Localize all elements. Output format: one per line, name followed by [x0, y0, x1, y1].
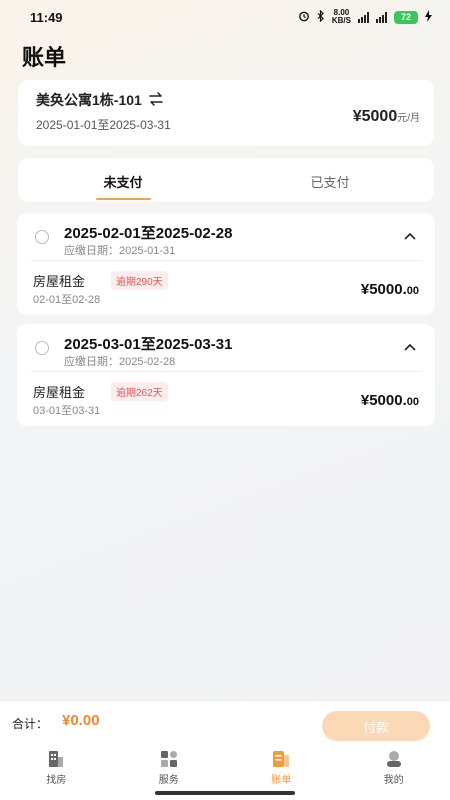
bill-amount: ¥5000.00 — [360, 392, 419, 409]
profile-icon — [386, 751, 401, 767]
bill-card: 2025-02-01至2025-02-28 应缴日期：2025-01-31 房屋… — [17, 213, 435, 315]
active-tab-indicator — [96, 198, 151, 200]
battery-icon: 72 — [394, 10, 418, 24]
nav-item-mine[interactable]: 我的 — [338, 742, 450, 800]
bill-status-tabs: 未支付 已支付 — [18, 158, 434, 202]
apartment-card: 美奂公寓1栋-101 2025-01-01至2025-03-31 ¥5000元/… — [18, 80, 434, 146]
status-bar: 11:49 8.00 KB/S 72 — [0, 0, 450, 34]
pay-button[interactable]: 付款 — [322, 711, 430, 741]
switch-icon[interactable] — [148, 91, 164, 109]
bill-select-radio[interactable] — [35, 341, 49, 355]
network-speed: 8.00 KB/S — [331, 8, 351, 25]
bill-select-radio[interactable] — [35, 230, 49, 244]
bill-period: 2025-03-01至2025-03-31 — [64, 336, 233, 353]
building-icon — [49, 751, 64, 767]
tab-unpaid[interactable]: 未支付 — [63, 172, 183, 191]
nav-label: 找房 — [46, 775, 67, 786]
nav-label: 账单 — [271, 775, 292, 786]
status-icons: 8.00 KB/S 72 — [298, 9, 432, 25]
lease-date-range: 2025-01-01至2025-03-31 — [36, 118, 171, 132]
signal-icon-2 — [376, 11, 387, 23]
chevron-up-icon[interactable] — [403, 231, 417, 241]
signal-icon — [358, 11, 369, 23]
overdue-badge: 逾期290天 — [111, 271, 168, 290]
divider — [31, 371, 421, 372]
bill-item-range: 03-01至03-31 — [33, 405, 101, 417]
total-label: 合计： — [12, 717, 49, 731]
total-bar: 合计： ¥0.00 付款 — [0, 700, 450, 742]
page-title: 账单 — [22, 45, 67, 70]
monthly-rent: ¥5000元/月 — [352, 108, 420, 125]
bill-card: 2025-03-01至2025-03-31 应缴日期：2025-02-28 房屋… — [17, 324, 435, 426]
nav-label: 我的 — [383, 775, 404, 786]
bill-period: 2025-02-01至2025-02-28 — [64, 225, 233, 242]
bill-due-date: 应缴日期：2025-01-31 — [64, 245, 176, 257]
bill-item-range: 02-01至02-28 — [33, 294, 101, 306]
total-amount: ¥0.00 — [62, 712, 100, 729]
bluetooth-icon — [317, 9, 325, 25]
bill-list: 2025-02-01至2025-02-28 应缴日期：2025-01-31 房屋… — [17, 208, 435, 428]
bill-item-name: 房屋租金 — [33, 385, 86, 400]
bill-due-date: 应缴日期：2025-02-28 — [64, 356, 176, 368]
chevron-up-icon[interactable] — [403, 342, 417, 352]
overdue-badge: 逾期262天 — [111, 382, 168, 401]
bill-item-name: 房屋租金 — [33, 274, 86, 289]
bill-amount: ¥5000.00 — [360, 281, 419, 298]
grid-icon — [160, 751, 177, 767]
bill-icon — [273, 751, 290, 767]
apartment-selector[interactable]: 美奂公寓1栋-101 — [36, 90, 164, 110]
tab-paid[interactable]: 已支付 — [270, 172, 390, 191]
charging-icon — [425, 9, 432, 25]
divider — [31, 260, 421, 261]
nav-label: 服务 — [158, 775, 179, 786]
status-time: 11:49 — [30, 9, 63, 25]
alarm-icon — [298, 10, 310, 25]
apartment-name: 美奂公寓1栋-101 — [36, 92, 142, 108]
nav-item-find-house[interactable]: 找房 — [0, 742, 113, 800]
home-indicator — [155, 791, 295, 795]
